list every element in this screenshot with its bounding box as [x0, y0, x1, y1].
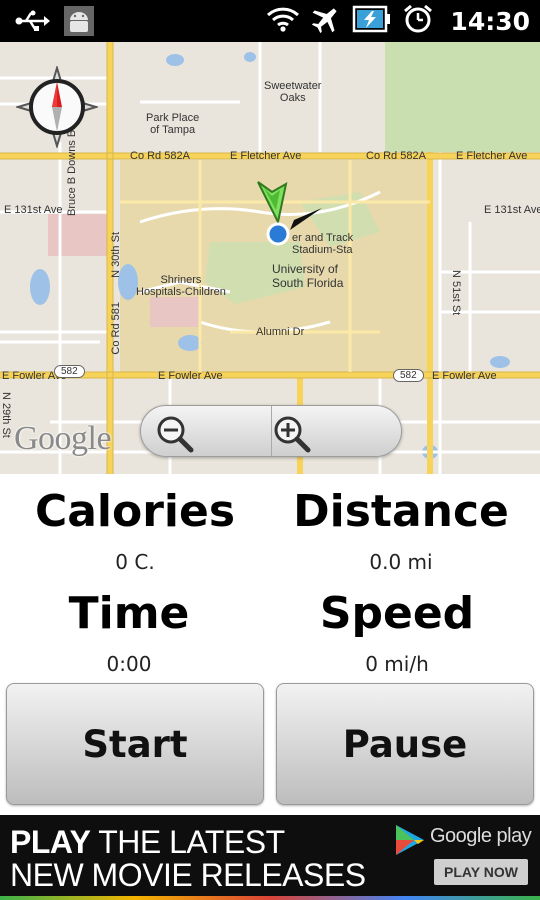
ad-headline-rest: THE LATEST — [90, 824, 285, 860]
map-label-e-fletcher-left: E Fletcher Ave — [230, 150, 302, 162]
alarm-icon — [402, 3, 434, 39]
usb-icon — [14, 8, 50, 38]
distance-value: 0.0 mi — [369, 550, 433, 574]
battery-charging-icon — [352, 4, 392, 38]
ad-banner[interactable]: PLAY THE LATEST NEW MOVIE RELEASES Googl… — [0, 815, 540, 900]
status-bar: 14:30 — [0, 0, 540, 42]
map-label-e-131st-left: E 131st Ave — [4, 204, 63, 216]
distance-label: Distance — [293, 486, 509, 537]
android-debug-icon — [64, 6, 94, 40]
zoom-controls — [140, 405, 402, 457]
current-location-icon — [254, 178, 324, 248]
map-label-n-29th: N 29th St — [0, 392, 12, 438]
google-play-brand: Google play — [430, 825, 532, 847]
map-label-sweetwater: Sweetwater Oaks — [264, 80, 322, 104]
google-play-icon — [394, 823, 426, 861]
airplane-mode-icon — [310, 4, 342, 38]
map-view[interactable]: Sweetwater Oaks Park Place of Tampa Co R… — [0, 42, 540, 474]
time-label: Time — [68, 588, 190, 639]
stats-panel: Calories 0 C. Distance 0.0 mi Time 0:00 … — [0, 474, 540, 684]
map-label-shriners: Shriners Hospitals-Children — [136, 274, 226, 298]
map-label-usf: University of South Florida — [272, 262, 344, 290]
compass-icon[interactable] — [16, 66, 98, 148]
ad-headline-line2: NEW MOVIE RELEASES — [10, 857, 366, 893]
ad-color-strip — [0, 896, 540, 900]
road-shield-582-right: 582 — [393, 369, 424, 382]
speed-label: Speed — [319, 588, 475, 639]
map-label-alumni: Alumni Dr — [256, 326, 305, 338]
map-label-n-51st: N 51st St — [450, 270, 462, 316]
map-label-co-rd-581: Co Rd 581 — [110, 302, 122, 355]
time-value: 0:00 — [106, 652, 152, 676]
google-logo: Google — [14, 420, 112, 457]
zoom-out-icon — [157, 416, 194, 453]
zoom-in-button[interactable] — [272, 406, 402, 456]
map-label-co-rd-582a-left: Co Rd 582A — [130, 150, 190, 162]
map-label-park-place: Park Place of Tampa — [146, 112, 200, 136]
pause-button[interactable]: Pause — [276, 683, 534, 805]
road-shield-582-left: 582 — [54, 365, 85, 378]
start-button[interactable]: Start — [6, 683, 264, 805]
map-label-n-30th: N 30th St — [110, 232, 122, 278]
ad-headline-line1: PLAY THE LATEST — [10, 824, 285, 861]
ad-headline-bold: PLAY — [10, 824, 91, 860]
zoom-in-icon — [274, 416, 310, 453]
map-label-co-rd-582a-right: Co Rd 582A — [366, 150, 426, 162]
zoom-out-button[interactable] — [141, 406, 272, 456]
map-label-e-fowler-right: E Fowler Ave — [432, 370, 497, 382]
speed-value: 0 mi/h — [365, 652, 429, 676]
calories-value: 0 C. — [115, 550, 155, 574]
map-label-e-fletcher-right: E Fletcher Ave — [456, 150, 528, 162]
wifi-icon — [266, 5, 300, 37]
play-now-button[interactable]: PLAY NOW — [434, 859, 528, 885]
calories-label: Calories — [34, 486, 236, 537]
map-label-e-fowler-mid: E Fowler Ave — [158, 370, 223, 382]
map-label-e-131st-right: E 131st Ave — [484, 204, 540, 216]
clock: 14:30 — [450, 6, 530, 36]
